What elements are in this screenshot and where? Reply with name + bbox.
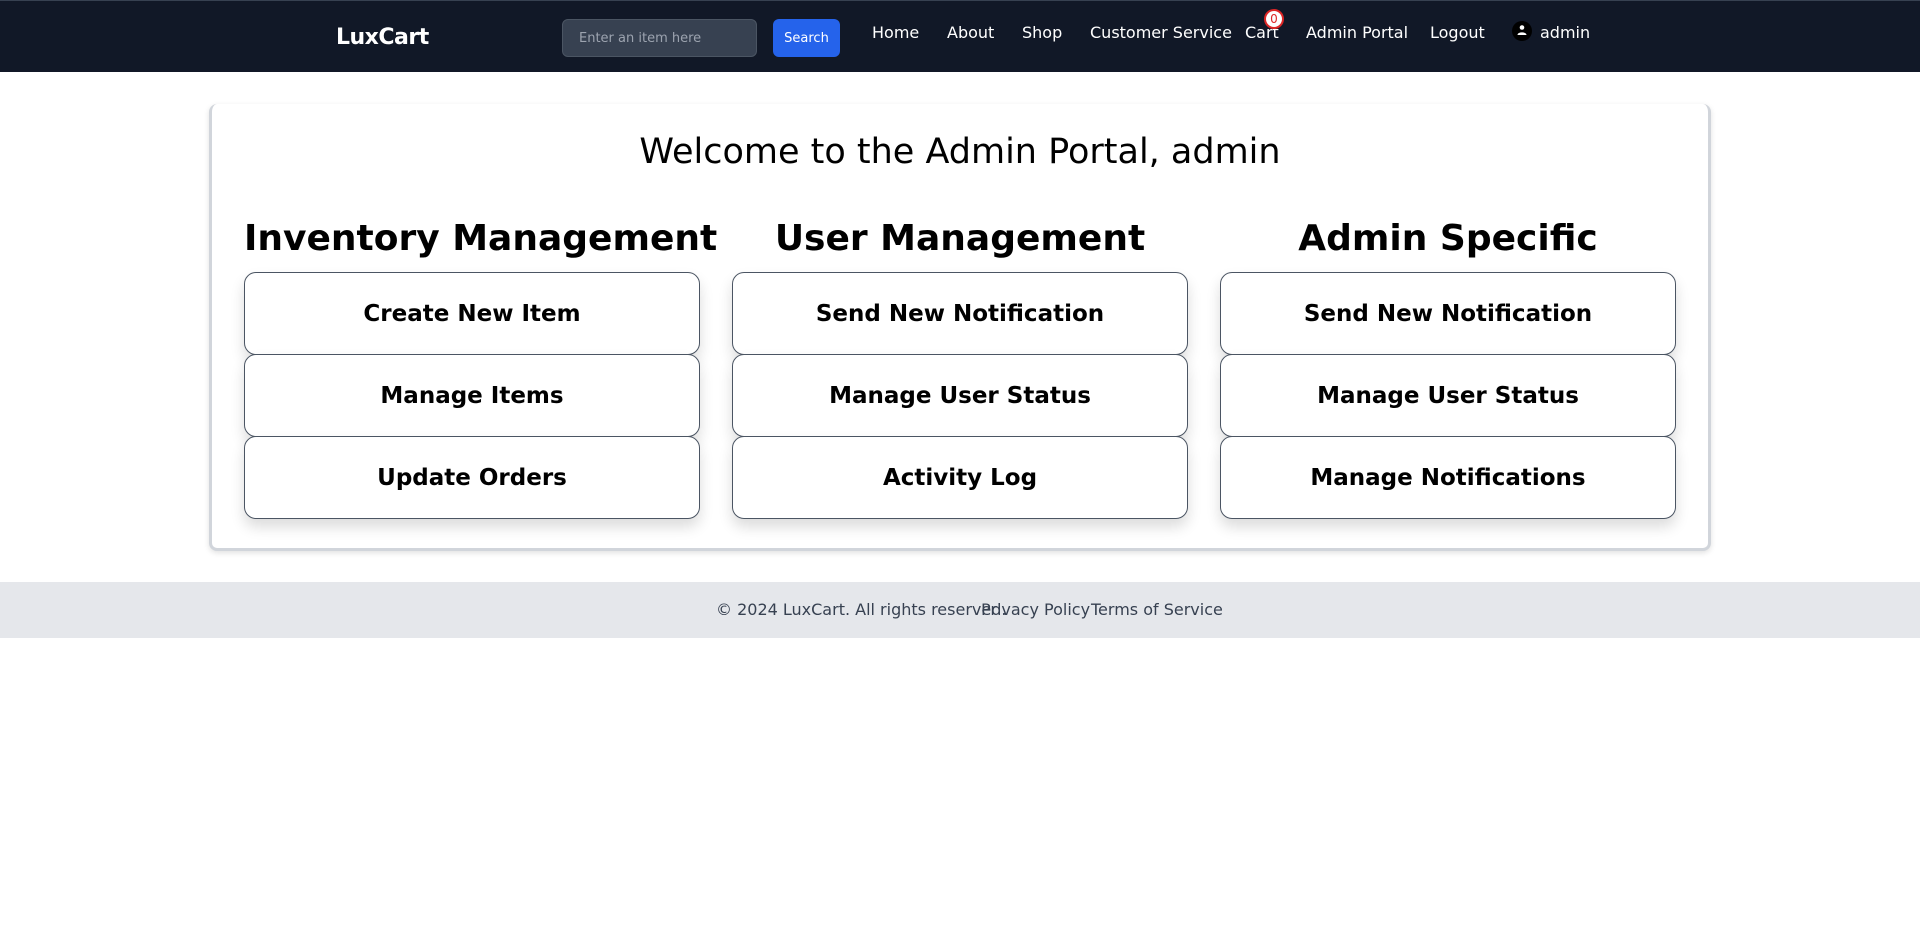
page-footer: © 2024 LuxCart. All rights reserved. Pri… — [0, 582, 1920, 638]
activity-log-button[interactable]: Activity Log — [732, 436, 1188, 519]
search-button[interactable]: Search — [773, 19, 840, 57]
terms-of-service-link[interactable]: Terms of Service — [1091, 600, 1223, 619]
manage-notifications-button[interactable]: Manage Notifications — [1220, 436, 1676, 519]
nav-about-link[interactable]: About — [947, 23, 994, 42]
cart-count-badge: 0 — [1264, 9, 1284, 29]
nav-customer-service-link[interactable]: Customer Service — [1090, 23, 1232, 42]
user-send-new-notification-button[interactable]: Send New Notification — [732, 272, 1188, 355]
admin-send-new-notification-button[interactable]: Send New Notification — [1220, 272, 1676, 355]
search-input[interactable] — [562, 19, 757, 57]
admin-specific-heading: Admin Specific — [1298, 218, 1598, 259]
privacy-policy-link[interactable]: Privacy Policy — [981, 600, 1090, 619]
nav-admin-portal-link[interactable]: Admin Portal — [1306, 23, 1408, 42]
copyright-text: © 2024 LuxCart. All rights reserved. — [716, 600, 1007, 619]
user-icon — [1512, 21, 1532, 41]
create-new-item-button[interactable]: Create New Item — [244, 272, 700, 355]
user-manage-user-status-button[interactable]: Manage User Status — [732, 354, 1188, 437]
nav-logout-link[interactable]: Logout — [1430, 23, 1485, 42]
admin-manage-user-status-button[interactable]: Manage User Status — [1220, 354, 1676, 437]
page-title: Welcome to the Admin Portal, admin — [639, 132, 1281, 172]
inventory-management-heading: Inventory Management — [244, 218, 718, 259]
manage-items-button[interactable]: Manage Items — [244, 354, 700, 437]
nav-shop-link[interactable]: Shop — [1022, 23, 1062, 42]
user-management-heading: User Management — [774, 218, 1146, 259]
nav-username-link[interactable]: admin — [1540, 23, 1590, 42]
nav-home-link[interactable]: Home — [872, 23, 919, 42]
top-navbar: LuxCart Search Home About Shop Customer … — [0, 0, 1920, 72]
update-orders-button[interactable]: Update Orders — [244, 436, 700, 519]
brand-logo[interactable]: LuxCart — [336, 25, 429, 50]
